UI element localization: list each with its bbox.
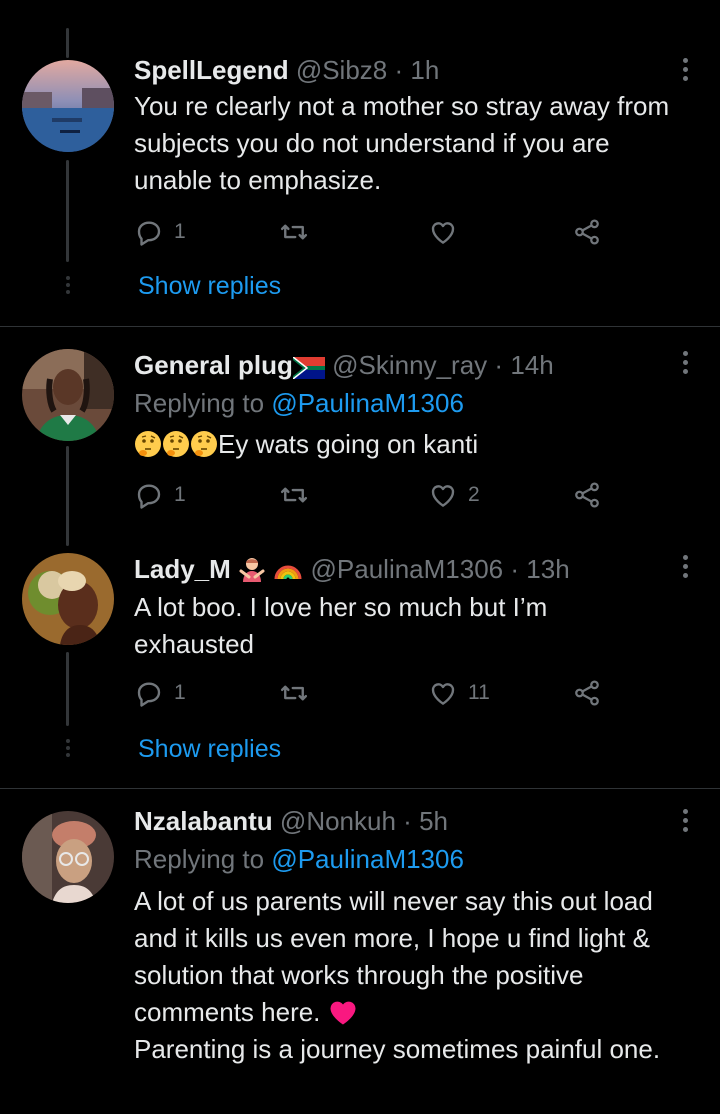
show-replies-link[interactable]: Show replies: [138, 270, 281, 302]
timestamp[interactable]: 14h: [510, 350, 553, 380]
timestamp[interactable]: 13h: [526, 554, 569, 584]
share-button[interactable]: [572, 677, 602, 709]
thinking-face-icon: [135, 431, 161, 457]
retweet-button[interactable]: [278, 479, 310, 511]
heart-icon: [431, 683, 455, 705]
retweet-icon: [280, 224, 308, 240]
reply-icon: [137, 682, 161, 707]
more-options-icon[interactable]: [676, 58, 694, 88]
heart-icon: [431, 485, 455, 507]
timestamp[interactable]: 1h: [410, 55, 439, 85]
replying-to: Replying to @PaulinaM1306: [134, 843, 464, 875]
reply-button[interactable]: 1: [134, 479, 186, 511]
mention-link[interactable]: @PaulinaM1306: [271, 844, 464, 874]
replying-prefix: Replying to: [134, 388, 265, 418]
tweet-actions: 1 2: [134, 479, 614, 511]
person-gesturing-no-icon: [239, 558, 265, 582]
separator: ·: [403, 806, 412, 836]
like-count: 11: [468, 681, 490, 704]
like-button[interactable]: 2: [428, 479, 480, 511]
tweet-text: A lot boo. I love her so much but I’m ex…: [134, 589, 604, 663]
more-options-icon[interactable]: [676, 809, 694, 839]
share-icon: [575, 482, 599, 508]
like-button[interactable]: [428, 216, 458, 248]
tweet[interactable]: General plug @Skinny_ray · 14h Replying …: [0, 327, 720, 547]
thinking-face-icon: [163, 431, 189, 457]
separator: ·: [510, 554, 520, 584]
tweet[interactable]: Nzalabantu @Nonkuh · 5h Replying to @Pau…: [0, 789, 720, 1114]
tweet-paragraph: Parenting is a journey sometimes painful…: [134, 1034, 661, 1064]
heart-icon: [431, 222, 455, 244]
user-handle[interactable]: @Sibz8: [296, 55, 387, 85]
retweet-icon: [280, 487, 308, 503]
separator: ·: [394, 55, 404, 85]
reply-icon: [137, 484, 161, 509]
more-options-icon[interactable]: [676, 555, 694, 585]
reply-button[interactable]: 1: [134, 216, 186, 248]
display-name[interactable]: SpellLegend: [134, 55, 289, 85]
display-name[interactable]: Lady_M: [134, 554, 231, 584]
tweet-paragraph: A lot of us parents will never say this …: [134, 883, 684, 1031]
tweet-actions: 1 11: [134, 677, 614, 709]
share-button[interactable]: [572, 216, 602, 248]
more-options-icon[interactable]: [676, 351, 694, 381]
tweet-paragraph: A lot boo. I love her so much but I’m ex…: [134, 592, 548, 659]
display-name[interactable]: General plug: [134, 350, 293, 380]
rainbow-icon: [274, 565, 302, 580]
user-handle[interactable]: @Skinny_ray: [332, 350, 487, 380]
reply-icon: [137, 221, 161, 246]
like-count: 2: [468, 483, 480, 506]
tweet-paragraph: Ey wats going on kanti: [134, 426, 694, 463]
replying-to: Replying to @PaulinaM1306: [134, 387, 464, 419]
retweet-button[interactable]: [278, 677, 310, 709]
tweet-actions: 1: [134, 216, 614, 248]
retweet-button[interactable]: [278, 216, 310, 248]
avatar[interactable]: [22, 60, 114, 152]
mention-link[interactable]: @PaulinaM1306: [271, 388, 464, 418]
south-africa-flag-icon: [292, 357, 325, 379]
tweet-header: Lady_M @PaulinaM1306 · 13h: [134, 553, 570, 585]
separator: ·: [494, 350, 504, 380]
tweet-text: Ey wats going on kanti: [134, 426, 694, 463]
tweet-text-content: Ey wats going on kanti: [218, 429, 479, 459]
user-handle[interactable]: @PaulinaM1306: [311, 554, 504, 584]
share-button[interactable]: [572, 479, 602, 511]
display-name[interactable]: Nzalabantu: [134, 806, 273, 836]
tweet-text: You re clearly not a mother so stray awa…: [134, 88, 694, 199]
avatar[interactable]: [22, 553, 114, 645]
tweet[interactable]: SpellLegend @Sibz8 · 1h You re clearly n…: [0, 0, 720, 326]
tweet[interactable]: Lady_M @PaulinaM1306 · 13h A lot boo. I …: [0, 547, 720, 788]
tweet-header: SpellLegend @Sibz8 · 1h: [134, 54, 439, 86]
reply-count: 1: [174, 483, 186, 506]
reply-count: 1: [174, 220, 186, 243]
tweet-header: Nzalabantu @Nonkuh · 5h: [134, 805, 448, 837]
replying-prefix: Replying to: [134, 844, 265, 874]
reply-count: 1: [174, 681, 186, 704]
user-handle[interactable]: @Nonkuh: [280, 806, 396, 836]
tweet-text: A lot of us parents will never say this …: [134, 883, 684, 1068]
retweet-icon: [280, 685, 308, 701]
reply-button[interactable]: 1: [134, 677, 186, 709]
timestamp[interactable]: 5h: [419, 806, 448, 836]
tweet-paragraph: You re clearly not a mother so stray awa…: [134, 91, 670, 195]
thinking-face-icon: [191, 431, 217, 457]
avatar[interactable]: [22, 349, 114, 441]
share-icon: [575, 680, 599, 706]
share-icon: [575, 219, 599, 245]
show-replies-link[interactable]: Show replies: [138, 733, 281, 765]
avatar[interactable]: [22, 811, 114, 903]
tweet-header: General plug @Skinny_ray · 14h: [134, 349, 554, 381]
red-heart-icon: [330, 1001, 356, 1025]
tweet-text-content: A lot of us parents will never say this …: [134, 886, 653, 1027]
like-button[interactable]: 11: [428, 677, 490, 709]
